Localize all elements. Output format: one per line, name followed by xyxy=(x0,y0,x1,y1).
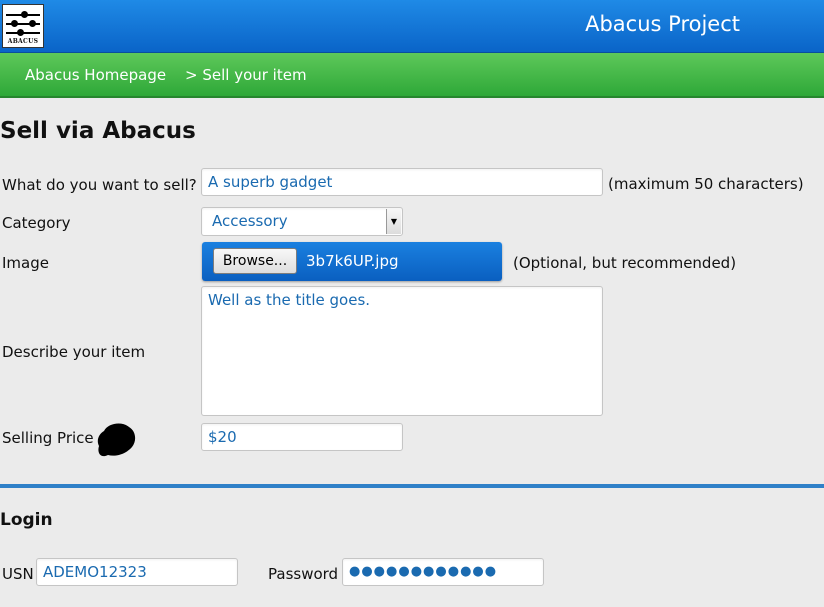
breadcrumb[interactable]: > Sell your item xyxy=(185,66,307,84)
category-label: Category xyxy=(2,214,71,232)
nav-home-link[interactable]: Abacus Homepage xyxy=(25,66,166,84)
category-value: Accessory xyxy=(212,212,288,230)
description-textarea[interactable]: Well as the title goes. xyxy=(201,286,603,416)
image-hint: (Optional, but recommended) xyxy=(513,254,737,272)
price-input[interactable]: $20 xyxy=(201,423,403,451)
dropdown-arrow-icon[interactable]: ▼ xyxy=(386,209,401,234)
logo-text: ABACUS xyxy=(7,38,39,45)
password-input[interactable]: ●●●●●●●●●●●● xyxy=(342,558,544,586)
usn-input[interactable]: ADEMO12323 xyxy=(36,558,238,586)
item-label: What do you want to sell? xyxy=(2,176,197,194)
top-header: ABACUS Abacus Project xyxy=(0,0,824,53)
nav-bar: Abacus Homepage > Sell your item xyxy=(0,53,824,98)
ink-blot-scribble xyxy=(97,423,136,457)
price-label: Selling Price xyxy=(2,429,94,447)
logo-bead xyxy=(21,11,28,18)
image-label: Image xyxy=(2,254,49,272)
browse-button[interactable]: Browse... xyxy=(213,248,297,274)
logo-bead xyxy=(17,29,24,36)
item-name-input[interactable]: A superb gadget xyxy=(201,168,603,196)
logo-bead xyxy=(29,20,36,27)
category-select[interactable]: Accessory ▼ xyxy=(201,207,403,236)
password-label: Password xyxy=(268,565,339,583)
app-title: Abacus Project xyxy=(585,12,740,36)
description-label: Describe your item xyxy=(2,343,146,361)
login-title: Login xyxy=(0,510,53,530)
section-divider xyxy=(0,484,824,488)
usn-label: USN xyxy=(2,565,34,583)
image-file-input[interactable]: Browse... 3b7k6UP.jpg xyxy=(202,242,502,281)
file-name: 3b7k6UP.jpg xyxy=(306,252,399,270)
page-title: Sell via Abacus xyxy=(0,118,196,144)
logo-bead xyxy=(11,20,18,27)
abacus-logo[interactable]: ABACUS xyxy=(2,4,44,48)
item-hint: (maximum 50 characters) xyxy=(608,175,804,193)
